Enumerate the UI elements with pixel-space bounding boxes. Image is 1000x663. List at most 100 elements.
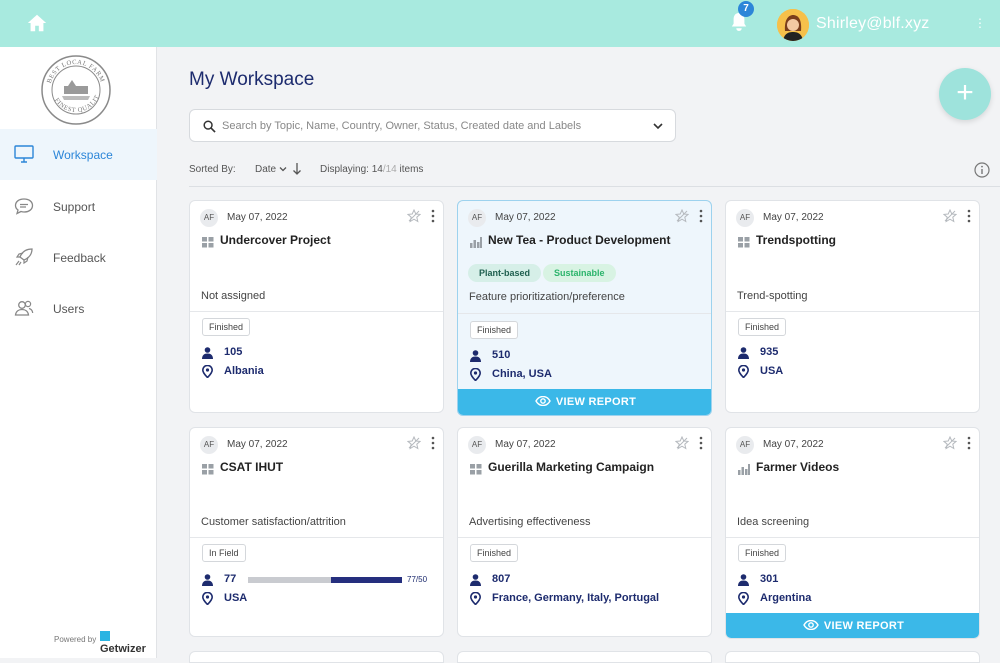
notification-count-badge: 7 [738, 1, 754, 17]
more-options-icon[interactable] [966, 436, 972, 450]
chevron-down-icon[interactable] [653, 122, 663, 130]
location-pin-icon [201, 364, 214, 379]
status-badge: Finished [202, 318, 251, 336]
more-options-icon[interactable] [698, 436, 704, 450]
project-card-partial[interactable] [189, 651, 444, 663]
card-date: May 07, 2022 [495, 439, 556, 450]
favorite-star-icon[interactable] [674, 435, 690, 450]
card-title[interactable]: Trendspotting [756, 233, 836, 247]
monitor-icon [14, 145, 34, 163]
label-tag[interactable]: Plant-based [468, 264, 542, 282]
grid-icon [202, 235, 214, 248]
project-card[interactable]: AF May 07, 2022 Farmer Videos Idea screenin… [725, 427, 980, 639]
card-description: Trend-spotting [737, 290, 808, 302]
status-badge: Finished [738, 318, 787, 336]
add-project-button[interactable]: + [939, 68, 991, 120]
users-icon [14, 300, 34, 316]
favorite-star-icon[interactable] [406, 208, 422, 223]
respondents-icon [202, 346, 213, 359]
owner-initials-badge: AF [200, 209, 218, 227]
sidebar-item-users[interactable]: Users [0, 283, 157, 334]
card-title[interactable]: Farmer Videos [756, 460, 839, 474]
location-value: France, Germany, Italy, Portugal [492, 592, 660, 604]
sorted-by-label: Sorted By: [189, 164, 236, 175]
respondents-icon [202, 573, 213, 586]
favorite-star-icon[interactable] [406, 435, 422, 450]
project-card-partial[interactable] [457, 651, 712, 663]
fieldwork-progress-bar [248, 577, 402, 583]
respondents-icon [470, 349, 481, 362]
view-report-label: VIEW REPORT [555, 396, 637, 408]
card-date: May 07, 2022 [763, 212, 824, 223]
card-date: May 07, 2022 [227, 439, 288, 450]
view-report-button[interactable]: VIEW REPORT [726, 613, 979, 638]
location-value: USA [760, 365, 784, 377]
card-title[interactable]: Guerilla Marketing Campaign [488, 460, 654, 474]
location-pin-icon [737, 591, 750, 606]
project-card[interactable]: AF May 07, 2022 Trendspotting Trend-spottin… [725, 200, 980, 413]
divider [726, 537, 979, 538]
eye-icon [803, 620, 819, 630]
status-badge: In Field [202, 544, 246, 562]
sidebar-item-label: Workspace [53, 148, 113, 162]
avatar[interactable] [777, 9, 809, 41]
view-report-button[interactable]: VIEW REPORT [458, 389, 711, 415]
page-title: My Workspace [189, 69, 315, 90]
divider [190, 311, 443, 312]
sort-value: Date [255, 164, 277, 175]
getwizer-logo[interactable]: Getwizer [100, 631, 156, 655]
progress-text: 77/50 [407, 575, 428, 584]
user-menu-toggle[interactable]: ⋮ [974, 16, 986, 30]
more-options-icon[interactable] [966, 209, 972, 223]
more-options-icon[interactable] [698, 209, 704, 223]
label-tag[interactable]: Sustainable [543, 264, 616, 282]
respondents-count: 301 [760, 573, 779, 585]
sidebar-item-workspace[interactable]: Workspace [0, 129, 157, 180]
more-options-icon[interactable] [430, 209, 436, 223]
user-email[interactable]: Shirley@blf.xyz [816, 15, 930, 33]
project-card[interactable]: AF May 07, 2022 Guerilla Marketing Campaig… [457, 427, 712, 637]
divider [190, 537, 443, 538]
favorite-star-icon[interactable] [942, 435, 958, 450]
divider [458, 313, 711, 314]
info-icon[interactable] [974, 162, 990, 178]
sidebar-item-label: Feedback [53, 251, 106, 265]
project-card[interactable]: AF May 07, 2022 New Tea - Product Developm… [457, 200, 712, 416]
respondents-icon [738, 573, 749, 586]
bar-chart-icon [470, 235, 482, 248]
location-value: USA [224, 592, 248, 604]
search-input[interactable]: Search by Topic, Name, Country, Owner, S… [189, 109, 676, 142]
more-options-icon[interactable] [430, 436, 436, 450]
owner-initials-badge: AF [736, 436, 754, 454]
location-value: Argentina [760, 592, 812, 604]
favorite-star-icon[interactable] [942, 208, 958, 223]
sidebar-item-support[interactable]: Support [0, 181, 157, 232]
sort-direction-arrow-icon[interactable] [292, 161, 302, 177]
owner-initials-badge: AF [736, 209, 754, 227]
grid-icon [202, 462, 214, 475]
status-badge: Finished [470, 321, 519, 339]
card-title[interactable]: New Tea - Product Development [488, 233, 670, 247]
sidebar-item-feedback[interactable]: Feedback [0, 232, 157, 283]
respondents-count: 935 [760, 346, 779, 358]
project-card[interactable]: AF May 07, 2022 CSAT IHUT Customer satisfac… [189, 427, 444, 637]
chat-bubble-icon [14, 198, 34, 215]
divider [189, 186, 1000, 187]
search-icon [203, 120, 216, 133]
rocket-icon [15, 248, 33, 266]
home-icon[interactable] [26, 12, 48, 34]
card-title[interactable]: CSAT IHUT [220, 460, 283, 474]
project-card-partial[interactable] [725, 651, 980, 663]
card-description: Advertising effectiveness [469, 516, 591, 528]
grid-icon [738, 235, 750, 248]
displaying-count: Displaying: 14/14 items [320, 164, 423, 175]
card-title[interactable]: Undercover Project [220, 233, 331, 247]
favorite-star-icon[interactable] [674, 208, 690, 223]
project-card[interactable]: AF May 07, 2022 Undercover Project Not assi… [189, 200, 444, 413]
location-pin-icon [737, 364, 750, 379]
search-placeholder: Search by Topic, Name, Country, Owner, S… [222, 120, 582, 132]
card-date: May 07, 2022 [227, 212, 288, 223]
owner-initials-badge: AF [200, 436, 218, 454]
card-description: Idea screening [737, 516, 810, 528]
sort-dropdown[interactable]: Date [255, 164, 287, 175]
